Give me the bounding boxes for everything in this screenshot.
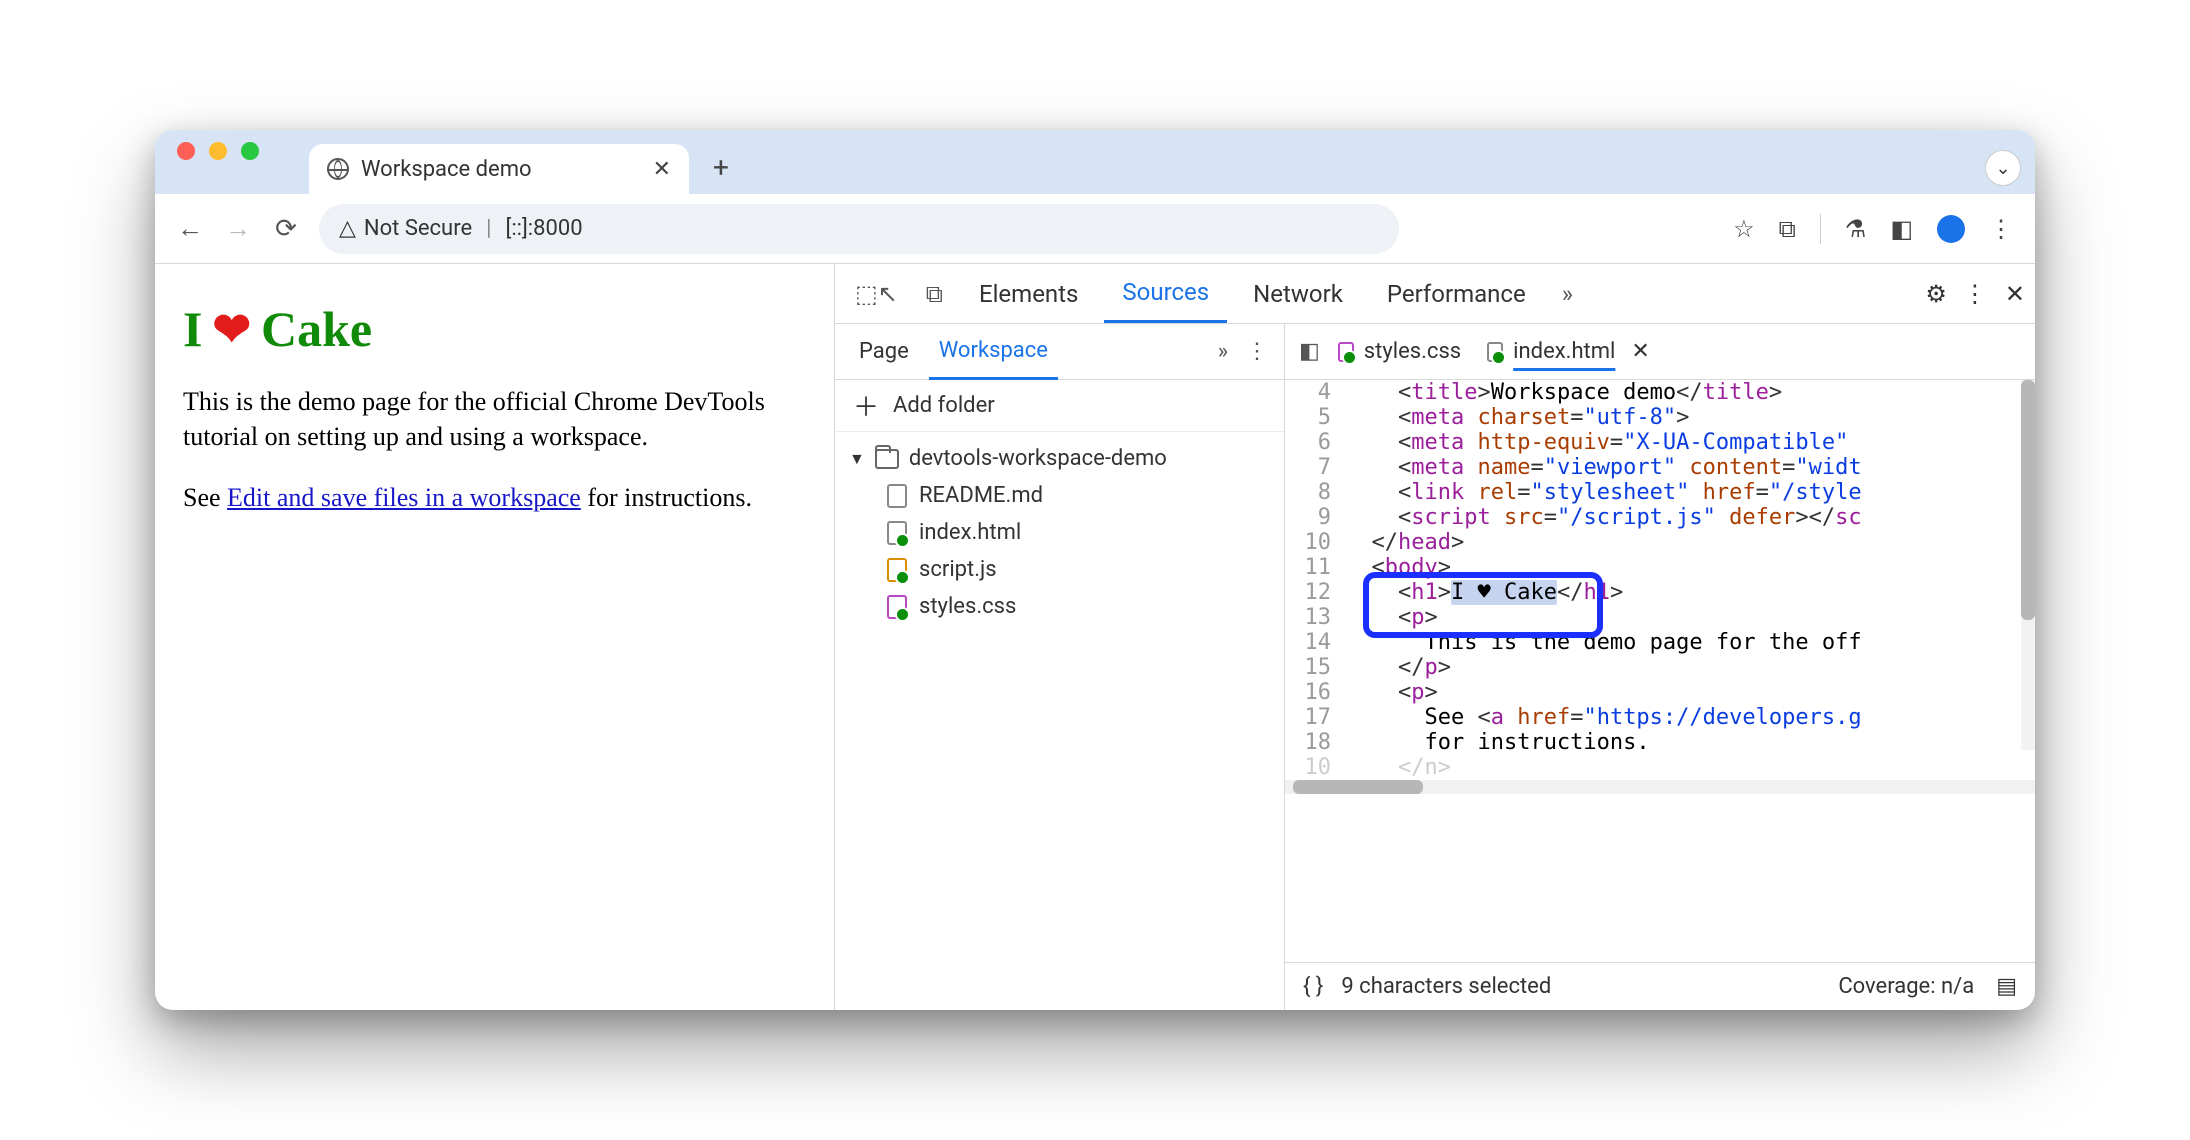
tab-network[interactable]: Network	[1235, 266, 1361, 322]
minimize-window-button[interactable]	[209, 142, 227, 160]
address-bar[interactable]: △ Not Secure | [::]:8000	[319, 204, 1399, 254]
editor-tab-label: index.html	[1513, 339, 1615, 364]
devtools-panel: ⬚↖ ⧉ Elements Sources Network Performanc…	[835, 264, 2035, 1010]
warning-icon: △	[339, 216, 356, 241]
page-heading: I ❤ Cake	[183, 300, 806, 358]
navigator-more-tabs[interactable]: »	[1218, 339, 1228, 364]
settings-gear-icon[interactable]: ⚙	[1925, 280, 1947, 308]
css-file-icon	[1338, 342, 1354, 362]
source-editor: ◧ styles.css index.html ✕	[1285, 324, 2035, 1010]
editor-source-map-icon[interactable]: ▤	[1996, 974, 2017, 999]
file-name: styles.css	[919, 594, 1016, 619]
folder-caret-icon: ▼	[849, 449, 865, 469]
tab-strip: Workspace demo ✕ + ⌄	[155, 130, 2035, 194]
file-row-readme[interactable]: README.md	[843, 477, 1276, 514]
horizontal-scrollbar[interactable]	[1285, 780, 2035, 794]
tab-sources[interactable]: Sources	[1104, 264, 1227, 323]
toolbar-divider	[1820, 214, 1821, 244]
window-controls	[177, 142, 259, 160]
reload-button[interactable]: ⟳	[271, 214, 301, 244]
heading-suffix: Cake	[261, 300, 372, 358]
file-tree: ▼ devtools-workspace-demo README.md inde…	[835, 432, 1284, 633]
p2-suffix: for instructions.	[581, 483, 752, 512]
browser-menu-button[interactable]: ⋮	[1989, 215, 2015, 243]
fullscreen-window-button[interactable]	[241, 142, 259, 160]
content-area: I ❤ Cake This is the demo page for the o…	[155, 264, 2035, 1010]
heading-prefix: I	[183, 300, 202, 358]
format-code-icon[interactable]: { }	[1303, 974, 1323, 999]
add-folder-label: Add folder	[893, 393, 995, 418]
close-editor-tab-button[interactable]: ✕	[1631, 339, 1649, 364]
file-icon	[887, 484, 907, 508]
css-file-icon	[887, 595, 907, 619]
more-tabs-button[interactable]: »	[1552, 280, 1583, 308]
tab-performance[interactable]: Performance	[1369, 266, 1544, 322]
side-panel-icon[interactable]: ◧	[1890, 215, 1913, 243]
plus-icon: ＋	[853, 387, 879, 424]
rendered-page: I ❤ Cake This is the demo page for the o…	[155, 264, 835, 1010]
browser-tab[interactable]: Workspace demo ✕	[309, 144, 689, 194]
editor-statusbar: { } 9 characters selected Coverage: n/a …	[1285, 962, 2035, 1010]
devtools-tabs: ⬚↖ ⧉ Elements Sources Network Performanc…	[835, 264, 2035, 324]
tab-title: Workspace demo	[361, 157, 532, 182]
back-button[interactable]: ←	[175, 214, 205, 244]
security-indicator[interactable]: △ Not Secure	[339, 216, 472, 241]
js-file-icon	[887, 558, 907, 582]
p2-prefix: See	[183, 483, 227, 512]
extensions-icon[interactable]: ⧉	[1779, 215, 1796, 243]
add-folder-button[interactable]: ＋ Add folder	[835, 380, 1284, 432]
bookmark-star-icon[interactable]: ☆	[1733, 215, 1755, 243]
tab-elements[interactable]: Elements	[961, 266, 1096, 322]
file-row-styles[interactable]: styles.css	[843, 588, 1276, 625]
page-paragraph-1: This is the demo page for the official C…	[183, 384, 806, 454]
editor-tab-label: styles.css	[1364, 339, 1461, 364]
page-paragraph-2: See Edit and save files in a workspace f…	[183, 480, 806, 515]
navigator-menu-button[interactable]: ⋮	[1246, 339, 1270, 364]
device-toolbar-icon[interactable]: ⧉	[916, 280, 953, 308]
navigator-tab-workspace[interactable]: Workspace	[929, 324, 1058, 380]
folder-icon	[875, 449, 899, 469]
folder-name: devtools-workspace-demo	[909, 446, 1167, 471]
devtools-menu-button[interactable]: ⋮	[1963, 280, 1989, 308]
url-text: [::]:8000	[505, 216, 582, 241]
forward-button[interactable]: →	[223, 214, 253, 244]
toggle-navigator-icon[interactable]: ◧	[1299, 339, 1320, 364]
navigator-tabs: Page Workspace » ⋮	[835, 324, 1284, 380]
browser-window: Workspace demo ✕ + ⌄ ← → ⟳ △ Not Secure …	[155, 130, 2035, 1010]
close-window-button[interactable]	[177, 142, 195, 160]
tabs-dropdown-button[interactable]: ⌄	[1985, 150, 2021, 186]
editor-tabs: ◧ styles.css index.html ✕	[1285, 324, 2035, 380]
close-tab-button[interactable]: ✕	[653, 157, 671, 182]
file-name: README.md	[919, 483, 1043, 508]
sources-navigator: Page Workspace » ⋮ ＋ Add folder	[835, 324, 1285, 1010]
file-name: script.js	[919, 557, 997, 582]
favicon-globe-icon	[327, 158, 349, 180]
inspect-element-icon[interactable]: ⬚↖	[845, 280, 908, 308]
security-label: Not Secure	[364, 216, 472, 241]
labs-icon[interactable]: ⚗	[1845, 215, 1867, 243]
file-row-index[interactable]: index.html	[843, 514, 1276, 551]
profile-avatar[interactable]	[1937, 215, 1965, 243]
selection-status: 9 characters selected	[1341, 974, 1551, 999]
vertical-scrollbar[interactable]	[2021, 380, 2035, 750]
editor-tab-styles[interactable]: styles.css	[1330, 329, 1469, 374]
navigator-tab-page[interactable]: Page	[849, 325, 919, 378]
toolbar: ← → ⟳ △ Not Secure | [::]:8000 ☆ ⧉ ⚗ ◧ ⋮	[155, 194, 2035, 264]
folder-row[interactable]: ▼ devtools-workspace-demo	[843, 440, 1276, 477]
file-row-script[interactable]: script.js	[843, 551, 1276, 588]
coverage-status: Coverage: n/a	[1838, 974, 1974, 999]
workspace-docs-link[interactable]: Edit and save files in a workspace	[227, 483, 581, 512]
editor-tab-index[interactable]: index.html ✕	[1479, 329, 1658, 374]
file-name: index.html	[919, 520, 1021, 545]
heart-icon: ❤	[212, 302, 251, 356]
close-devtools-button[interactable]: ✕	[2005, 280, 2025, 308]
code-area[interactable]: 4 <title>Workspace demo</title> 5 <meta …	[1285, 380, 2035, 962]
html-file-icon	[1487, 342, 1503, 362]
html-file-icon	[887, 521, 907, 545]
new-tab-button[interactable]: +	[713, 151, 729, 184]
